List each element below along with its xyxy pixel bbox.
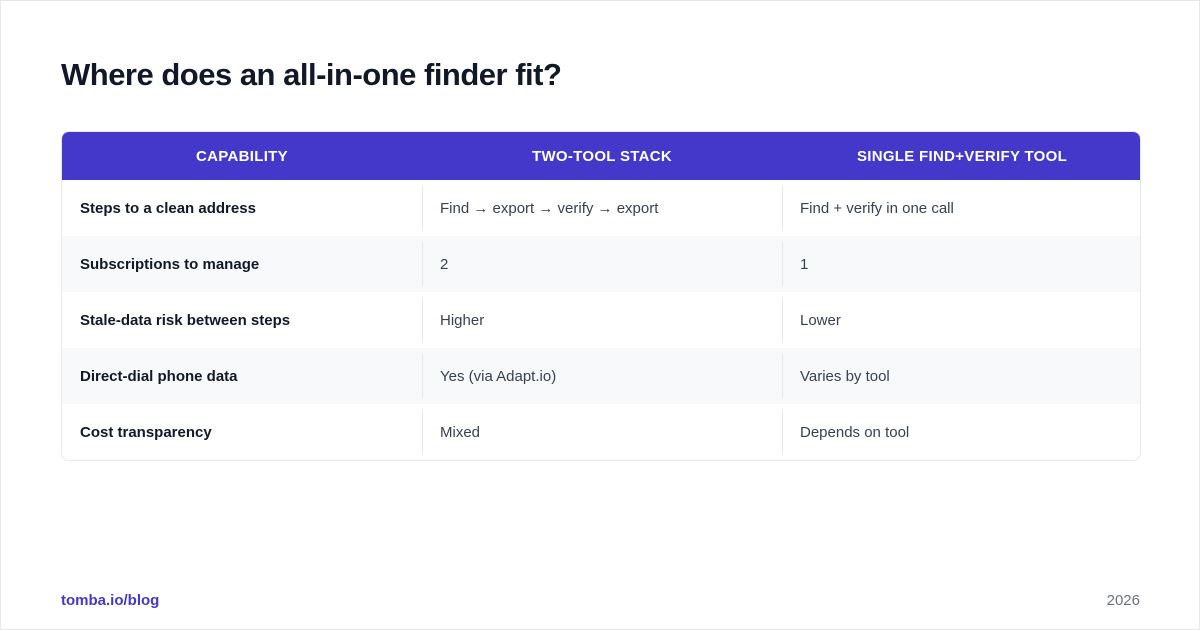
single-tool-cell: Varies by tool <box>782 348 1140 404</box>
table-row: Steps to a clean address Find → export →… <box>62 180 1140 236</box>
single-tool-cell: 1 <box>782 236 1140 292</box>
two-tool-cell: 2 <box>422 236 782 292</box>
table-row: Direct-dial phone data Yes (via Adapt.io… <box>62 348 1140 404</box>
two-tool-cell: Higher <box>422 292 782 348</box>
single-tool-cell: Find + verify in one call <box>782 180 1140 236</box>
header-capability: CAPABILITY <box>196 147 288 165</box>
capability-cell: Stale-data risk between steps <box>80 311 291 329</box>
footer-year: 2026 <box>1106 592 1140 609</box>
two-tool-cell: Yes (via Adapt.io) <box>422 348 782 404</box>
comparison-table-container: CAPABILITY TWO-TOOL STACK SINGLE FIND+VE… <box>61 131 1141 461</box>
table-header-row: CAPABILITY TWO-TOOL STACK SINGLE FIND+VE… <box>62 132 1140 180</box>
header-two-tool-stack: TWO-TOOL STACK <box>531 147 673 165</box>
capability-cell: Cost transparency <box>80 423 212 441</box>
single-tool-cell: Depends on tool <box>782 404 1140 460</box>
two-tool-cell: Find → export → verify → export <box>422 180 782 236</box>
table-row: Stale-data risk between steps Higher Low… <box>62 292 1140 348</box>
table-row: Cost transparency Mixed Depends on tool <box>62 404 1140 460</box>
capability-cell: Steps to a clean address <box>80 199 256 217</box>
capability-cell: Subscriptions to manage <box>80 255 260 273</box>
comparison-table: CAPABILITY TWO-TOOL STACK SINGLE FIND+VE… <box>62 132 1140 460</box>
two-tool-cell: Mixed <box>422 404 782 460</box>
page: Where does an all-in-one finder fit? CAP… <box>0 0 1200 630</box>
page-title: Where does an all-in-one finder fit? <box>61 57 562 92</box>
single-tool-cell: Lower <box>782 292 1140 348</box>
blog-link[interactable]: tomba.io/blog <box>61 592 159 609</box>
table-row: Subscriptions to manage 2 1 <box>62 236 1140 292</box>
capability-cell: Direct-dial phone data <box>80 367 238 385</box>
header-single-tool: SINGLE FIND+VERIFY TOOL <box>856 147 1068 165</box>
